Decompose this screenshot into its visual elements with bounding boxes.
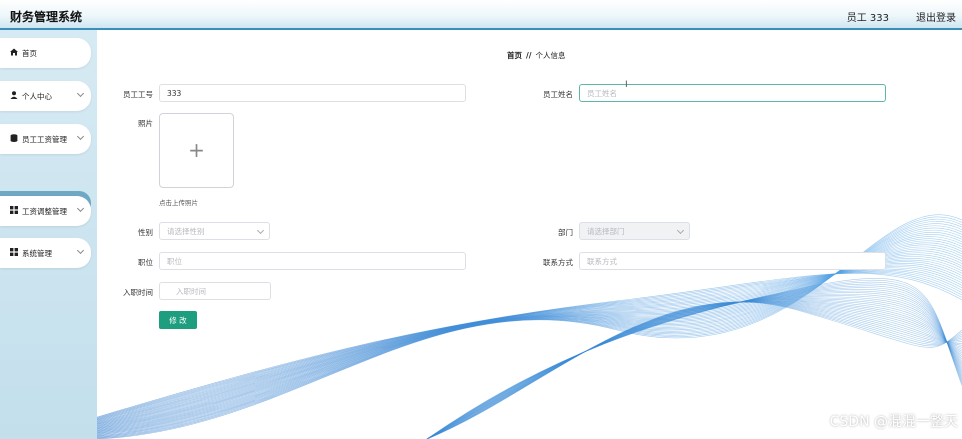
sidebar-item-system-management[interactable]: 系统管理 [0, 238, 91, 268]
watermark-text: CSDN @混混一整天 [829, 414, 958, 430]
hire-date-label: 入职时间 [123, 288, 153, 297]
gender-label: 性别 [138, 228, 153, 237]
department-select[interactable] [579, 222, 690, 240]
contact-label: 联系方式 [543, 258, 573, 267]
department-label: 部门 [558, 228, 573, 237]
grid-icon [10, 206, 20, 216]
text-cursor-icon: I [625, 80, 628, 90]
sidebar-item-label: 员工工资管理 [22, 134, 67, 144]
grid-icon [10, 248, 20, 258]
database-icon [10, 134, 20, 144]
breadcrumb-home[interactable]: 首页 [507, 51, 522, 60]
sidebar-item-salary-adjustment[interactable]: 工资调整管理 [0, 196, 91, 226]
chevron-down-icon [76, 132, 85, 141]
gender-select[interactable] [159, 222, 270, 240]
photo-upload-box[interactable]: + [159, 113, 234, 188]
chevron-down-icon [76, 204, 85, 213]
sidebar-item-personal-center[interactable]: 个人中心 [0, 81, 91, 111]
sidebar-item-label: 首页 [22, 48, 37, 58]
modify-button[interactable]: 修 改 [159, 311, 197, 329]
hire-date-input[interactable] [159, 282, 271, 300]
position-input[interactable] [159, 252, 466, 270]
sidebar-item-label: 个人中心 [22, 91, 52, 101]
employee-no-label: 员工工号 [123, 90, 153, 99]
breadcrumb: 首页 //个人信息 [507, 50, 565, 61]
employee-name-label: 员工姓名 [543, 90, 573, 99]
chevron-down-icon [76, 89, 85, 98]
app-title: 财务管理系统 [10, 10, 83, 24]
logout-link[interactable]: 退出登录 [916, 9, 956, 24]
sidebar-item-home[interactable]: 首页 [0, 38, 91, 68]
sidebar-item-label: 工资调整管理 [22, 206, 67, 216]
position-label: 职位 [138, 258, 153, 267]
top-header: 财务管理系统 员工 333 退出登录 [0, 0, 962, 30]
plus-icon: + [188, 138, 205, 162]
chevron-down-icon [76, 246, 85, 255]
employee-no-input[interactable] [159, 84, 466, 102]
home-icon [10, 48, 20, 58]
breadcrumb-current: 个人信息 [535, 51, 566, 60]
breadcrumb-separator: // [526, 51, 532, 60]
photo-upload-hint: 点击上传照片 [159, 199, 198, 207]
sidebar-item-salary-management[interactable]: 员工工资管理 [0, 124, 91, 154]
sidebar: 首页 个人中心 员工工资管理 员工工资 工资调整管理 系统管理 [0, 30, 97, 439]
photo-label: 照片 [138, 119, 153, 128]
sidebar-item-label: 系统管理 [22, 248, 52, 258]
user-icon [10, 91, 20, 101]
contact-input[interactable] [579, 252, 886, 270]
current-user-label: 员工 333 [846, 13, 889, 24]
